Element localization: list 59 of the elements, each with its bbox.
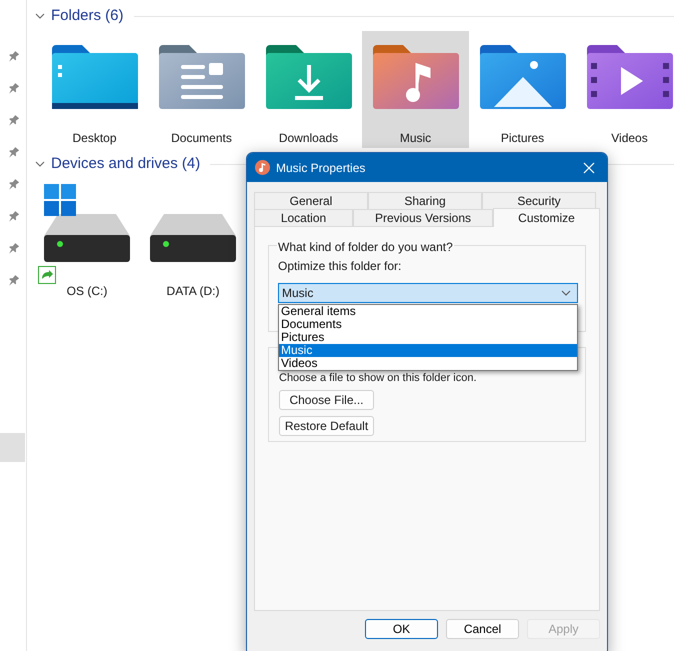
- tab[interactable]: Sharing: [368, 192, 482, 209]
- drive-tile[interactable]: DATA (D:): [147, 180, 239, 300]
- pin-icon[interactable]: [7, 210, 19, 224]
- drive-label: DATA (D:): [166, 283, 220, 300]
- folder-tile[interactable]: Documents: [148, 31, 255, 148]
- desktop-folder-icon: [52, 43, 138, 109]
- section-header[interactable]: Devices and drives (4): [51, 152, 200, 176]
- folder-tile[interactable]: Music: [362, 31, 469, 148]
- folder-tile[interactable]: Pictures: [469, 31, 576, 148]
- folder-tile[interactable]: Downloads: [255, 31, 362, 148]
- tab[interactable]: Previous Versions: [353, 209, 493, 226]
- tab[interactable]: Location: [254, 209, 353, 226]
- drive-icon: [150, 214, 236, 262]
- pin-icon[interactable]: [7, 242, 19, 256]
- downloads-folder-icon: [266, 43, 352, 109]
- folder-label: Videos: [611, 130, 648, 147]
- drive-tile[interactable]: OS (C:): [41, 180, 133, 300]
- folder-label: Documents: [171, 130, 232, 147]
- windows-logo-icon: [44, 184, 76, 216]
- field-label: Optimize this folder for:: [278, 258, 402, 275]
- folder-tile[interactable]: Desktop: [41, 31, 148, 148]
- dialog-button[interactable]: Cancel: [446, 619, 519, 639]
- chevron-icon[interactable]: [35, 11, 45, 21]
- documents-folder-icon: [158, 43, 244, 109]
- pin-icon[interactable]: [7, 82, 19, 96]
- instruction-text: Choose a file to show on this folder icon.: [279, 372, 478, 384]
- folder-label: Desktop: [72, 130, 117, 147]
- section-header[interactable]: Folders (6): [51, 4, 124, 28]
- pin-icon[interactable]: [7, 146, 19, 160]
- dropdown-option[interactable]: General items: [279, 305, 577, 318]
- dropdown-option[interactable]: Pictures: [279, 331, 577, 344]
- dialog-button[interactable]: Restore Default: [279, 416, 374, 436]
- pin-icon[interactable]: [7, 50, 19, 64]
- dialog-button[interactable]: OK: [365, 619, 438, 639]
- dropdown-option[interactable]: Documents: [279, 318, 577, 331]
- pin-icon[interactable]: [7, 114, 19, 128]
- pin-icon[interactable]: [7, 274, 19, 288]
- dropdown-option[interactable]: Music: [279, 344, 577, 357]
- drive-label: OS (C:): [66, 283, 108, 300]
- dialog-button[interactable]: Choose File...: [279, 390, 374, 410]
- music-note-icon: [255, 160, 270, 175]
- videos-folder-icon: [586, 43, 672, 109]
- close-icon[interactable]: [583, 162, 595, 174]
- drive-icon: [44, 214, 130, 262]
- dropdown-option[interactable]: Videos: [279, 357, 577, 370]
- folder-label: Pictures: [500, 130, 544, 147]
- music-folder-icon: [372, 43, 458, 109]
- chevron-icon[interactable]: [35, 159, 45, 169]
- tab[interactable]: Customize: [493, 208, 600, 227]
- chevron-icon: [561, 288, 571, 298]
- folder-type-dropdown[interactable]: Music: [278, 283, 578, 303]
- tab[interactable]: General: [254, 192, 368, 209]
- window-title: Music Properties: [276, 160, 366, 176]
- folder-label: Downloads: [278, 130, 338, 147]
- pin-icon[interactable]: [7, 178, 19, 192]
- folder-tile[interactable]: Videos: [576, 31, 674, 148]
- folder-label: Music: [400, 130, 432, 147]
- tab[interactable]: Security: [482, 192, 596, 209]
- pictures-folder-icon: [480, 43, 566, 109]
